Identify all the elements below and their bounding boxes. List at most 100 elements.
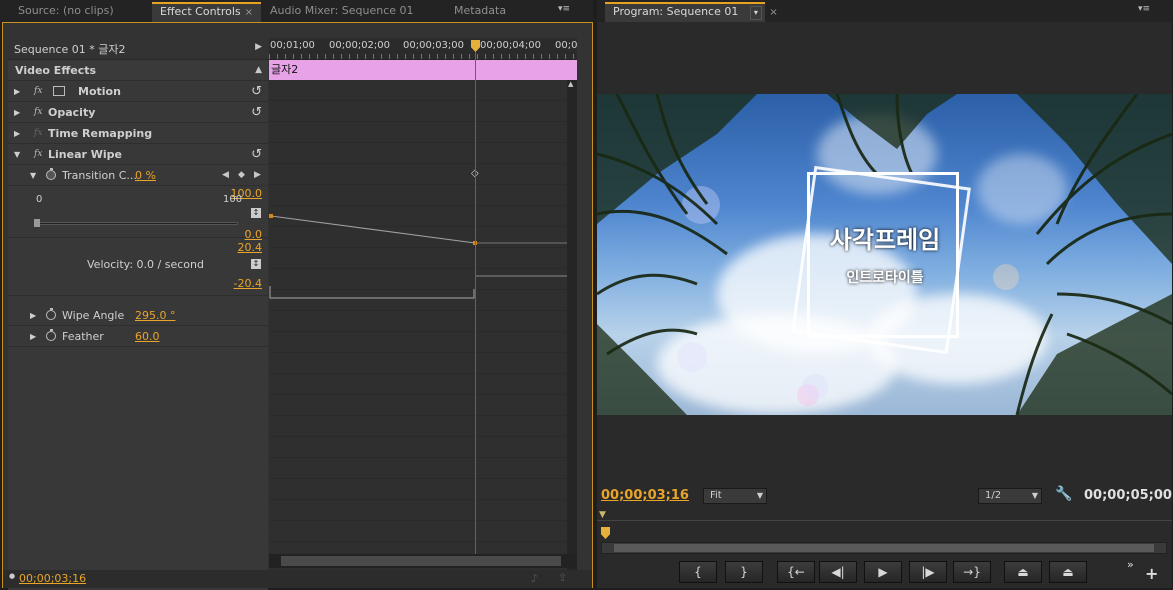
play-button[interactable]: ▶ [864, 561, 902, 583]
keyframe-graph[interactable] [269, 198, 577, 318]
close-icon[interactable]: × [769, 7, 777, 18]
go-to-out-button[interactable]: →} [953, 561, 991, 583]
velocity-graph-controls: 20.4 Velocity: 0.0 / second ↕ -20.4 [8, 238, 268, 296]
scroll-up-icon[interactable]: ▲ [568, 80, 573, 88]
wrench-icon[interactable]: 🔧 [1055, 486, 1072, 502]
stopwatch-icon[interactable] [46, 308, 56, 320]
transition-value[interactable]: 0 % [135, 165, 156, 186]
sequence-clip-label: Sequence 01 * 글자2 [14, 43, 126, 56]
title-frame-back [791, 165, 971, 355]
effect-row-opacity[interactable]: ▶ fx Opacity ↺ [8, 102, 268, 123]
add-keyframe-icon[interactable]: ◆ [238, 165, 245, 186]
timeline-rows [269, 80, 577, 570]
wipe-angle-value[interactable]: 295.0 ° [135, 305, 176, 326]
overlay-title: 사각프레임 [829, 226, 941, 254]
vertical-scrollbar[interactable]: ▲ ▼ [567, 80, 577, 570]
expand-icon[interactable]: ▶ [14, 102, 20, 123]
tab-audio-mixer[interactable]: Audio Mixer: Sequence 01 [262, 2, 422, 22]
reset-icon[interactable]: ↺ [251, 81, 262, 102]
go-to-in-button[interactable]: {← [777, 561, 815, 583]
keyframe-handle-start [269, 214, 273, 218]
current-time[interactable]: 00;00;03;16 [19, 572, 86, 585]
export-icon: ⇪ [558, 571, 568, 584]
in-point-marker[interactable]: ▼ [599, 510, 606, 520]
chevron-right-icon[interactable]: ▶ [255, 42, 262, 52]
program-monitor: 사각프레임 인트로타이틀 00;00;03;16 Fit ▼ 1/2 ▼ 🔧 00;… [597, 22, 1172, 588]
chevron-down-icon[interactable]: ▾ [749, 6, 762, 20]
property-row-feather[interactable]: ▶ Feather 60.0 [8, 326, 268, 347]
step-back-button[interactable]: ◀| [819, 561, 857, 583]
fit-dropdown[interactable]: Fit ▼ [703, 488, 767, 504]
horizontal-scrollbar[interactable] [269, 554, 577, 568]
time-ruler[interactable]: 00;01;00 00;00;02;00 00;00;03;00 00;00;0… [269, 38, 577, 60]
graph-scale-icon[interactable]: ↕ [251, 259, 261, 269]
panel-menu-icon[interactable]: ▾≡ [1138, 4, 1150, 14]
chevron-down-icon: ▼ [1031, 491, 1038, 500]
graph-scale-icon[interactable]: ↕ [251, 208, 261, 218]
expand-icon[interactable]: ▶ [14, 123, 20, 144]
collapse-icon[interactable]: ▼ [30, 165, 36, 186]
fx-icon[interactable]: fx [34, 144, 42, 165]
playhead-handle[interactable] [601, 527, 610, 539]
video-effects-header: Video Effects ▲ [8, 60, 268, 81]
transform-icon[interactable] [53, 86, 65, 96]
playhead-time[interactable]: 00;00;03;16 [601, 488, 689, 503]
slider-handle[interactable] [34, 219, 40, 227]
add-button-icon[interactable]: + [1145, 564, 1158, 583]
value-slider[interactable] [36, 222, 238, 225]
overlay-subtitle: 인트로타이틀 [846, 270, 924, 286]
next-keyframe-icon[interactable]: ▶ [254, 165, 261, 186]
time-ruler [597, 520, 1172, 521]
more-controls-icon[interactable]: » [1127, 558, 1134, 571]
effect-row-time-remapping[interactable]: ▶ fx Time Remapping [8, 123, 268, 144]
collapse-icon[interactable]: ▼ [14, 144, 20, 165]
keyframe-timeline: 00;01;00 00;00;02;00 00;00;03;00 00;00;0… [269, 38, 577, 570]
value-curve [270, 215, 476, 244]
reset-icon[interactable]: ↺ [251, 144, 262, 165]
prev-keyframe-icon[interactable]: ◀ [222, 165, 229, 186]
clip-bar[interactable]: 글자2 [269, 60, 577, 80]
velocity-curve [269, 286, 475, 299]
scroll-thumb[interactable] [281, 556, 561, 566]
stopwatch-icon[interactable] [46, 329, 56, 341]
expand-icon[interactable]: ▶ [14, 81, 20, 102]
right-tab-bar: Program: Sequence 01 ▾ × ▾≡ [597, 0, 1173, 22]
duration-time: 00;00;05;00 [1084, 488, 1172, 503]
lift-button[interactable]: ⏏ [1004, 561, 1042, 583]
value-graph-controls: 100.0 0 100 ↕ 0.0 [8, 186, 268, 241]
step-forward-button[interactable]: |▶ [909, 561, 947, 583]
panel-menu-icon[interactable]: ▾≡ [558, 4, 570, 14]
zoom-scroll-thumb[interactable] [614, 544, 1154, 552]
mark-in-button[interactable]: { [679, 561, 717, 583]
tab-source[interactable]: Source: (no clips) [10, 2, 122, 22]
tab-program[interactable]: Program: Sequence 01 ▾ × [605, 2, 778, 22]
tab-effect-controls[interactable]: Effect Controls × [152, 2, 262, 22]
expand-icon[interactable]: ▶ [30, 326, 36, 347]
video-frame: 사각프레임 인트로타이틀 [597, 94, 1172, 415]
effect-row-linear-wipe[interactable]: ▼ fx Linear Wipe ↺ [8, 144, 268, 165]
effect-row-motion[interactable]: ▶ fx Motion ↺ [8, 81, 268, 102]
chevron-down-icon: ▼ [756, 491, 763, 500]
effect-controls-panel: Sequence 01 * 글자2 ▶ Video Effects ▲ ▶ fx… [2, 22, 593, 590]
resolution-dropdown[interactable]: 1/2 ▼ [978, 488, 1042, 504]
fx-icon[interactable]: fx [34, 102, 42, 123]
mark-out-button[interactable]: } [725, 561, 763, 583]
collapse-icon[interactable]: ▲ [255, 60, 262, 81]
feather-value[interactable]: 60.0 [135, 326, 160, 347]
property-row-transition-completion[interactable]: ▼ Transition C... 0 % ◀ ◆ ▶ [8, 165, 268, 186]
extract-button[interactable]: ⏏ [1049, 561, 1087, 583]
stopwatch-icon[interactable] [46, 168, 56, 180]
sequence-header: Sequence 01 * 글자2 ▶ [8, 38, 268, 60]
zoom-scrollbar[interactable] [601, 542, 1167, 554]
ruler-ticks [269, 54, 577, 59]
reset-icon[interactable]: ↺ [251, 102, 262, 123]
fx-icon[interactable]: fx [34, 81, 42, 102]
property-row-wipe-angle[interactable]: ▶ Wipe Angle 295.0 ° [8, 305, 268, 326]
audio-loop-icon: ♪ [531, 572, 539, 585]
effect-controls-footer: ● 00;00;03;16 ♪ ⇪ [3, 570, 592, 588]
close-icon[interactable]: × [245, 7, 253, 18]
effect-properties: Video Effects ▲ ▶ fx Motion ↺ ▶ fx Opaci… [8, 60, 268, 590]
playhead-line[interactable] [475, 42, 476, 562]
tab-metadata[interactable]: Metadata [446, 2, 514, 22]
expand-icon[interactable]: ▶ [30, 305, 36, 326]
